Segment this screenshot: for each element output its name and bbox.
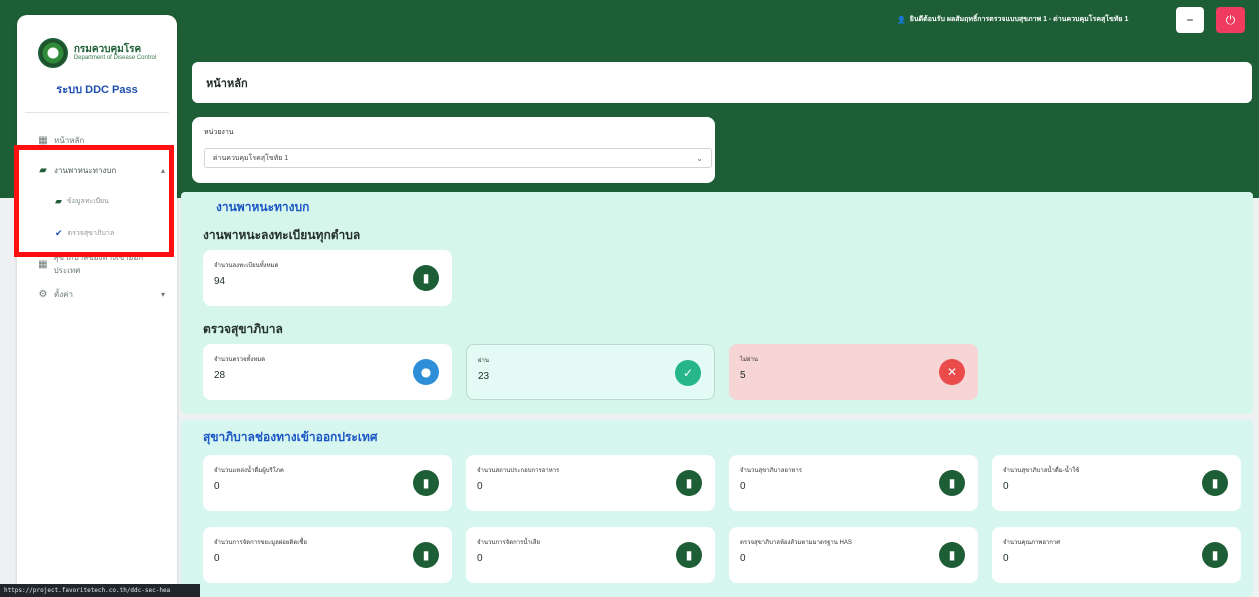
stat-label: จำนวนสุขาภิบาลน้ำดื่ม-น้ำใช้: [1003, 468, 1080, 474]
sanitation-card[interactable]: จำนวนการจัดการขยะมูลฝอยติดเชื้อ 0 ▮: [203, 527, 452, 583]
gear-icon: ⚙: [38, 288, 48, 300]
stat-value: 0: [477, 553, 483, 564]
logo[interactable]: กรมควบคุมโรค Department of Disease Contr…: [17, 38, 177, 68]
stat-value: 0: [1003, 481, 1009, 492]
inspection-title: ตรวจสุขาภิบาล: [203, 322, 283, 336]
user-text: ยินดีต้อนรับ ผลสัมฤทธิ์การตรวจแบบสุขภาพ …: [909, 16, 1129, 23]
truck-icon: ▰: [39, 164, 47, 176]
sidebar-item-land-vehicle[interactable]: ▰ งานพาหนะทางบก ▴: [17, 155, 177, 185]
agency-label: หน่วยงาน: [204, 129, 234, 136]
ddc-logo-icon: [37, 38, 68, 68]
sidebar-item-border-sanitation[interactable]: ▦ สุขาภิบาลช่องทางเข้าออกประเทศ: [17, 249, 177, 279]
power-icon: ⏻: [1225, 12, 1236, 27]
stat-label: ไม่ผ่าน: [740, 357, 758, 363]
logout-button[interactable]: ⏻: [1216, 7, 1245, 33]
sanitation-card[interactable]: จำนวนสุขาภิบาลน้ำดื่ม-น้ำใช้ 0 ▮: [992, 455, 1241, 511]
sidebar-item-label: งานพาหนะทางบก: [54, 165, 117, 175]
sidebar: กรมควบคุมโรค Department of Disease Contr…: [17, 15, 177, 597]
stat-value: 28: [214, 370, 226, 381]
page-title-bar: หน้าหลัก: [192, 62, 1252, 103]
logo-text: กรมควบคุมโรค: [73, 44, 142, 56]
file-icon: ▮: [413, 542, 439, 568]
sanitation-card[interactable]: จำนวนการจัดการน้ำเสีย 0 ▮: [466, 527, 715, 583]
sanitation-card[interactable]: จำนวนคุณภาพอากาศ 0 ▮: [992, 527, 1241, 583]
stat-value: 0: [740, 481, 746, 492]
stat-label: จำนวนการจัดการขยะมูลฝอยติดเชื้อ: [214, 540, 307, 546]
browser-status-url: https://project.favoritetech.co.th/ddc-s…: [0, 584, 200, 597]
stat-value: 23: [478, 371, 490, 382]
chevron-down-icon: ▾: [160, 289, 165, 299]
agency-select[interactable]: ด่านควบคุมโรคสุโขทัย 1 ⌄: [204, 148, 712, 168]
sidebar-divider: [25, 112, 169, 113]
info-icon: ●: [413, 359, 439, 385]
land-vehicle-panel: งานพาหนะทางบก งานพาหนะลงทะเบียนทุกตำบล จ…: [181, 192, 1253, 414]
grid-icon: ▦: [38, 134, 48, 146]
sidebar-item-label: ตั้งค่า: [54, 289, 73, 299]
registry-title: งานพาหนะลงทะเบียนทุกตำบล: [203, 228, 361, 242]
inspection-total-card[interactable]: จำนวนตรวจทั้งหมด 28 ●: [203, 344, 452, 400]
logo-subtext: Department of Disease Control: [73, 55, 157, 62]
sanitation-card[interactable]: จำนวนสุขาภิบาลอาหาร 0 ▮: [729, 455, 978, 511]
inspection-pass-card[interactable]: ผ่าน 23 ✓: [466, 344, 715, 400]
user-icon: 👤: [897, 16, 906, 24]
sidebar-subitem-registry[interactable]: ▰ ข้อมูลทะเบียน: [17, 185, 177, 217]
file-icon: ▮: [1202, 542, 1228, 568]
file-icon: ▮: [676, 470, 702, 496]
agency-select-value: ด่านควบคุมโรคสุโขทัย 1: [213, 154, 289, 162]
stat-value: 0: [214, 481, 220, 492]
stat-label: จำนวนแหล่งน้ำดื่มผู้บริโภค: [214, 468, 284, 474]
sidebar-item-label: สุขาภิบาลช่องทางเข้าออกประเทศ: [53, 253, 144, 275]
stat-label: จำนวนคุณภาพอากาศ: [1003, 540, 1061, 546]
sanitation-card[interactable]: จำนวนแหล่งน้ำดื่มผู้บริโภค 0 ▮: [203, 455, 452, 511]
chevron-down-icon: ⌄: [696, 153, 703, 163]
sidebar-subitem-inspection[interactable]: ✔ ตรวจสุขาภิบาล: [17, 217, 177, 249]
stat-value: 5: [740, 370, 746, 381]
inspection-fail-card[interactable]: ไม่ผ่าน 5 ✕: [729, 344, 978, 400]
minimize-button[interactable]: –: [1176, 7, 1204, 33]
sidebar-item-home[interactable]: ▦ หน้าหลัก: [17, 125, 177, 155]
grid-icon: ▦: [38, 258, 48, 270]
stat-label: จำนวนการจัดการน้ำเสีย: [477, 540, 541, 546]
stat-value: 0: [477, 481, 483, 492]
land-vehicle-title: งานพาหนะทางบก: [216, 200, 310, 214]
file-icon: ▮: [939, 542, 965, 568]
stat-label: ผ่าน: [478, 358, 489, 364]
x-icon: ✕: [939, 359, 965, 385]
sanitation-card[interactable]: ตรวจสุขาภิบาลห้องส้วมตามมาตรฐาน HAS 0 ▮: [729, 527, 978, 583]
border-sanitation-panel: สุขาภิบาลช่องทางเข้าออกประเทศ จำนวนแหล่ง…: [181, 420, 1253, 597]
stat-label: จำนวนสถานประกอบการอาหาร: [477, 468, 560, 474]
file-icon: ▮: [413, 265, 439, 291]
app-title: ระบบ DDC Pass: [56, 84, 138, 96]
stat-label: ตรวจสุขาภิบาลห้องส้วมตามมาตรฐาน HAS: [740, 540, 852, 546]
sidebar-item-label: หน้าหลัก: [54, 135, 85, 145]
sanitation-card[interactable]: จำนวนสถานประกอบการอาหาร 0 ▮: [466, 455, 715, 511]
minus-icon: –: [1186, 12, 1194, 28]
stat-value: 0: [1003, 553, 1009, 564]
stat-label: จำนวนสุขาภิบาลอาหาร: [740, 468, 802, 474]
stat-value: 94: [214, 276, 226, 287]
file-icon: ▮: [1202, 470, 1228, 496]
sidebar-item-label: ข้อมูลทะเบียน: [66, 197, 109, 205]
chevron-up-icon: ▴: [160, 165, 165, 175]
page-title: หน้าหลัก: [206, 77, 248, 90]
check-icon: ✔: [55, 227, 63, 238]
stat-label: จำนวนลงทะเบียนทั้งหมด: [214, 263, 279, 269]
registry-total-card[interactable]: จำนวนลงทะเบียนทั้งหมด 94 ▮: [203, 250, 452, 306]
file-icon: ▮: [413, 470, 439, 496]
stat-value: 0: [214, 553, 220, 564]
file-icon: ▮: [676, 542, 702, 568]
sidebar-item-settings[interactable]: ⚙ ตั้งค่า ▾: [17, 279, 177, 309]
sidebar-nav: ▦ หน้าหลัก ▰ งานพาหนะทางบก ▴ ▰ ข้อมูลทะเ…: [17, 125, 177, 309]
user-info[interactable]: 👤 ยินดีต้อนรับ ผลสัมฤทธิ์การตรวจแบบสุขภา…: [897, 14, 1128, 25]
file-icon: ▮: [939, 470, 965, 496]
agency-filter-card: หน่วยงาน ด่านควบคุมโรคสุโขทัย 1 ⌄: [192, 117, 715, 183]
stat-label: จำนวนตรวจทั้งหมด: [214, 357, 266, 363]
truck-icon: ▰: [55, 195, 62, 206]
check-icon: ✓: [675, 360, 701, 386]
border-sanitation-title: สุขาภิบาลช่องทางเข้าออกประเทศ: [203, 430, 378, 444]
sidebar-item-label: ตรวจสุขาภิบาล: [67, 229, 115, 237]
stat-value: 0: [740, 553, 746, 564]
